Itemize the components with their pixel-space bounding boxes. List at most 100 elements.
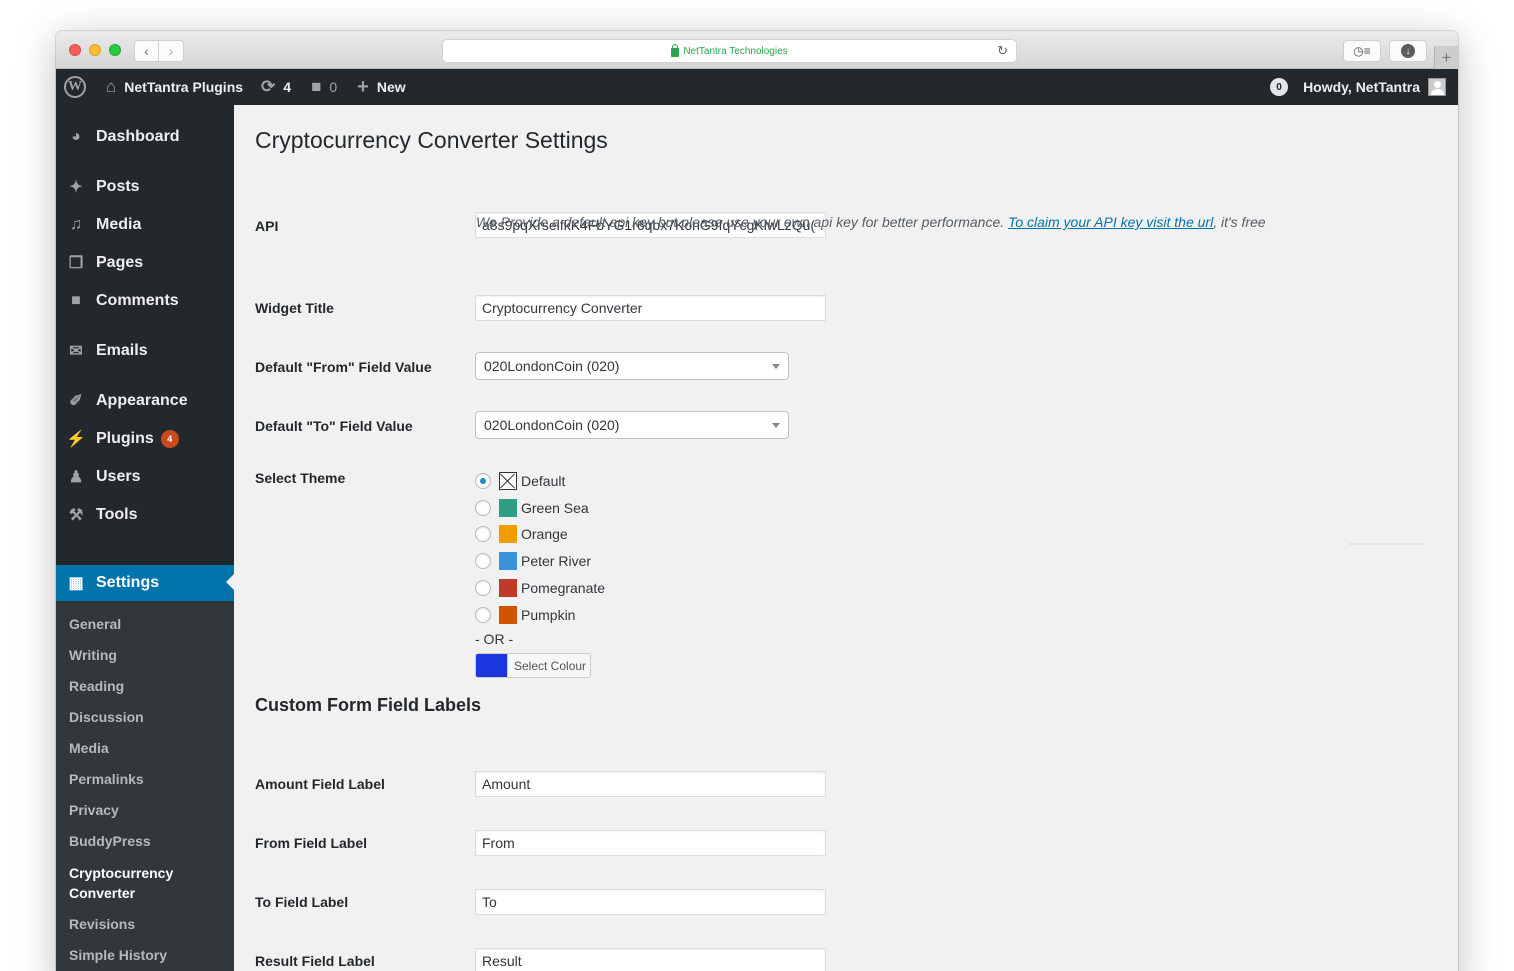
sidebar-item-emails[interactable]: ✉ Emails bbox=[56, 334, 234, 368]
wordpress-logo-icon: W bbox=[64, 76, 86, 98]
comments-link[interactable]: ■ 0 bbox=[311, 69, 337, 105]
settings-icon: ▦ bbox=[68, 575, 84, 592]
submenu-item-media[interactable]: Media bbox=[69, 738, 109, 758]
from-field-input[interactable]: From bbox=[475, 830, 826, 856]
custom-colour-swatch bbox=[476, 654, 507, 677]
caret-down-icon bbox=[772, 423, 780, 432]
submenu-item-cryptocurrency-converter[interactable]: Cryptocurrency Converter bbox=[69, 863, 189, 903]
select-colour-button[interactable]: Select Colour bbox=[475, 653, 591, 678]
widget-title-input[interactable]: Cryptocurrency Converter bbox=[475, 295, 826, 321]
theme-radio[interactable] bbox=[475, 607, 491, 623]
theme-option-green-sea[interactable]: Green Sea bbox=[475, 498, 589, 518]
theme-radio[interactable] bbox=[475, 500, 491, 516]
envelope-icon: ✉ bbox=[69, 343, 83, 360]
claim-api-key-link[interactable]: To claim your API key visit the url bbox=[1008, 214, 1213, 230]
color-swatch bbox=[499, 552, 517, 570]
notifications-badge[interactable]: 0 bbox=[1270, 78, 1289, 96]
theme-option-pomegranate[interactable]: Pomegranate bbox=[475, 578, 605, 598]
comment-icon: ■ bbox=[71, 292, 81, 309]
plus-icon: + bbox=[1441, 47, 1452, 67]
sidebar-item-posts[interactable]: ✦ Posts bbox=[56, 170, 234, 204]
submenu-item-buddypress[interactable]: BuddyPress bbox=[69, 831, 151, 851]
history-button[interactable]: ◷≡ bbox=[1343, 40, 1381, 62]
sidebar-item-label: Dashboard bbox=[96, 128, 180, 145]
sidebar-item-users[interactable]: ♟ Users bbox=[56, 460, 234, 494]
widget-title-label: Widget Title bbox=[255, 300, 334, 316]
new-content-link[interactable]: + New bbox=[357, 69, 405, 105]
sidebar-item-media[interactable]: ♫ Media bbox=[56, 208, 234, 242]
theme-radio[interactable] bbox=[475, 473, 491, 489]
submenu-item-revisions[interactable]: Revisions bbox=[69, 914, 135, 934]
home-icon: ⌂ bbox=[106, 77, 117, 96]
sidebar-item-pages[interactable]: ❐ Pages bbox=[56, 246, 234, 280]
back-button[interactable]: ‹ bbox=[134, 40, 159, 62]
site-name-link[interactable]: ⌂ NetTantra Plugins bbox=[106, 69, 243, 105]
sidebar-item-label: Posts bbox=[96, 178, 140, 195]
updates-link[interactable]: ⟳ 4 bbox=[261, 69, 291, 105]
submenu-item-general[interactable]: General bbox=[69, 614, 121, 634]
api-label: API bbox=[255, 218, 279, 234]
comment-icon: ■ bbox=[311, 77, 322, 96]
sidebar-item-label: Appearance bbox=[96, 392, 188, 409]
default-from-select[interactable]: 020LondonCoin (020) bbox=[475, 352, 789, 380]
result-field-input[interactable]: Result bbox=[475, 948, 826, 971]
maximize-window-button[interactable] bbox=[109, 44, 121, 56]
theme-radio[interactable] bbox=[475, 553, 491, 569]
to-field-input[interactable]: To bbox=[475, 889, 826, 915]
theme-radio[interactable] bbox=[475, 526, 491, 542]
close-window-button[interactable] bbox=[69, 44, 81, 56]
my-account-link[interactable]: Howdy, NetTantra bbox=[1303, 69, 1458, 105]
sidebar-item-settings[interactable]: ▦ Settings bbox=[56, 565, 234, 601]
theme-option-peter-river[interactable]: Peter River bbox=[475, 551, 591, 571]
theme-option-orange[interactable]: Orange bbox=[475, 524, 568, 544]
new-tab-button[interactable]: + bbox=[1434, 46, 1458, 69]
theme-option-default[interactable]: Default bbox=[475, 471, 565, 491]
lock-icon bbox=[671, 43, 680, 57]
new-label: New bbox=[376, 79, 406, 95]
theme-option-label: Peter River bbox=[521, 553, 592, 569]
submenu-item-writing[interactable]: Writing bbox=[69, 645, 117, 665]
address-bar[interactable]: NetTantra Technologies ↻ bbox=[442, 39, 1017, 63]
theme-option-label: Pumpkin bbox=[521, 607, 576, 623]
sidebar-item-dashboard[interactable]: ◕ Dashboard bbox=[56, 120, 234, 154]
submenu-item-privacy[interactable]: Privacy bbox=[69, 800, 119, 820]
main-content: Cryptocurrency Converter Settings API a8… bbox=[234, 105, 1458, 971]
wp-admin-bar: W ⌂ NetTantra Plugins ⟳ 4 ■ 0 + New 0 Ho… bbox=[56, 69, 1458, 105]
amount-field-input[interactable]: Amount bbox=[475, 771, 826, 797]
forward-button[interactable]: › bbox=[159, 40, 184, 62]
admin-sidebar: ◕ Dashboard ✦ Posts ♫ Media ❐ Pages ■ Co… bbox=[56, 105, 234, 971]
user-icon: ♟ bbox=[68, 469, 84, 486]
from-field-label: From Field Label bbox=[255, 835, 368, 851]
submenu-item-simple-history[interactable]: Simple History bbox=[69, 945, 167, 965]
theme-option-pumpkin[interactable]: Pumpkin bbox=[475, 605, 575, 625]
select-colour-label: Select Colour bbox=[507, 654, 586, 677]
downloads-button[interactable]: ↓ bbox=[1389, 40, 1427, 62]
sidebar-item-tools[interactable]: ⚒ Tools bbox=[56, 498, 234, 532]
color-swatch bbox=[499, 525, 517, 543]
default-to-value: 020LondonCoin (020) bbox=[484, 417, 620, 433]
sidebar-item-plugins[interactable]: ⚡ Plugins 4 bbox=[56, 422, 234, 456]
default-from-value: 020LondonCoin (020) bbox=[484, 358, 620, 374]
sidebar-item-comments[interactable]: ■ Comments bbox=[56, 284, 234, 318]
color-swatch bbox=[499, 499, 517, 517]
api-description-text: We Provide a default api key but please … bbox=[476, 214, 1005, 230]
or-separator: - OR - bbox=[475, 631, 514, 647]
submenu-item-reading[interactable]: Reading bbox=[69, 676, 124, 696]
minimize-window-button[interactable] bbox=[89, 44, 101, 56]
sidebar-item-appearance[interactable]: ✐ Appearance bbox=[56, 384, 234, 418]
reload-icon[interactable]: ↻ bbox=[997, 43, 1008, 59]
media-icon: ♫ bbox=[70, 216, 82, 233]
sidebar-item-label: Emails bbox=[96, 342, 148, 359]
wrench-icon: ⚒ bbox=[68, 507, 84, 524]
address-text: NetTantra Technologies bbox=[683, 45, 788, 57]
wp-logo-menu[interactable]: W bbox=[56, 69, 96, 105]
theme-radio[interactable] bbox=[475, 580, 491, 596]
default-to-select[interactable]: 020LondonCoin (020) bbox=[475, 411, 789, 439]
chevron-left-icon: ‹ bbox=[144, 43, 149, 59]
submenu-item-permalinks[interactable]: Permalinks bbox=[69, 769, 144, 789]
submenu-item-discussion[interactable]: Discussion bbox=[69, 707, 144, 727]
sidebar-item-label: Plugins bbox=[96, 430, 154, 447]
browser-toolbar: ‹ › NetTantra Technologies ↻ ◷≡ ↓ + bbox=[56, 31, 1458, 69]
caret-down-icon bbox=[772, 364, 780, 373]
pin-icon: ✦ bbox=[69, 179, 83, 196]
